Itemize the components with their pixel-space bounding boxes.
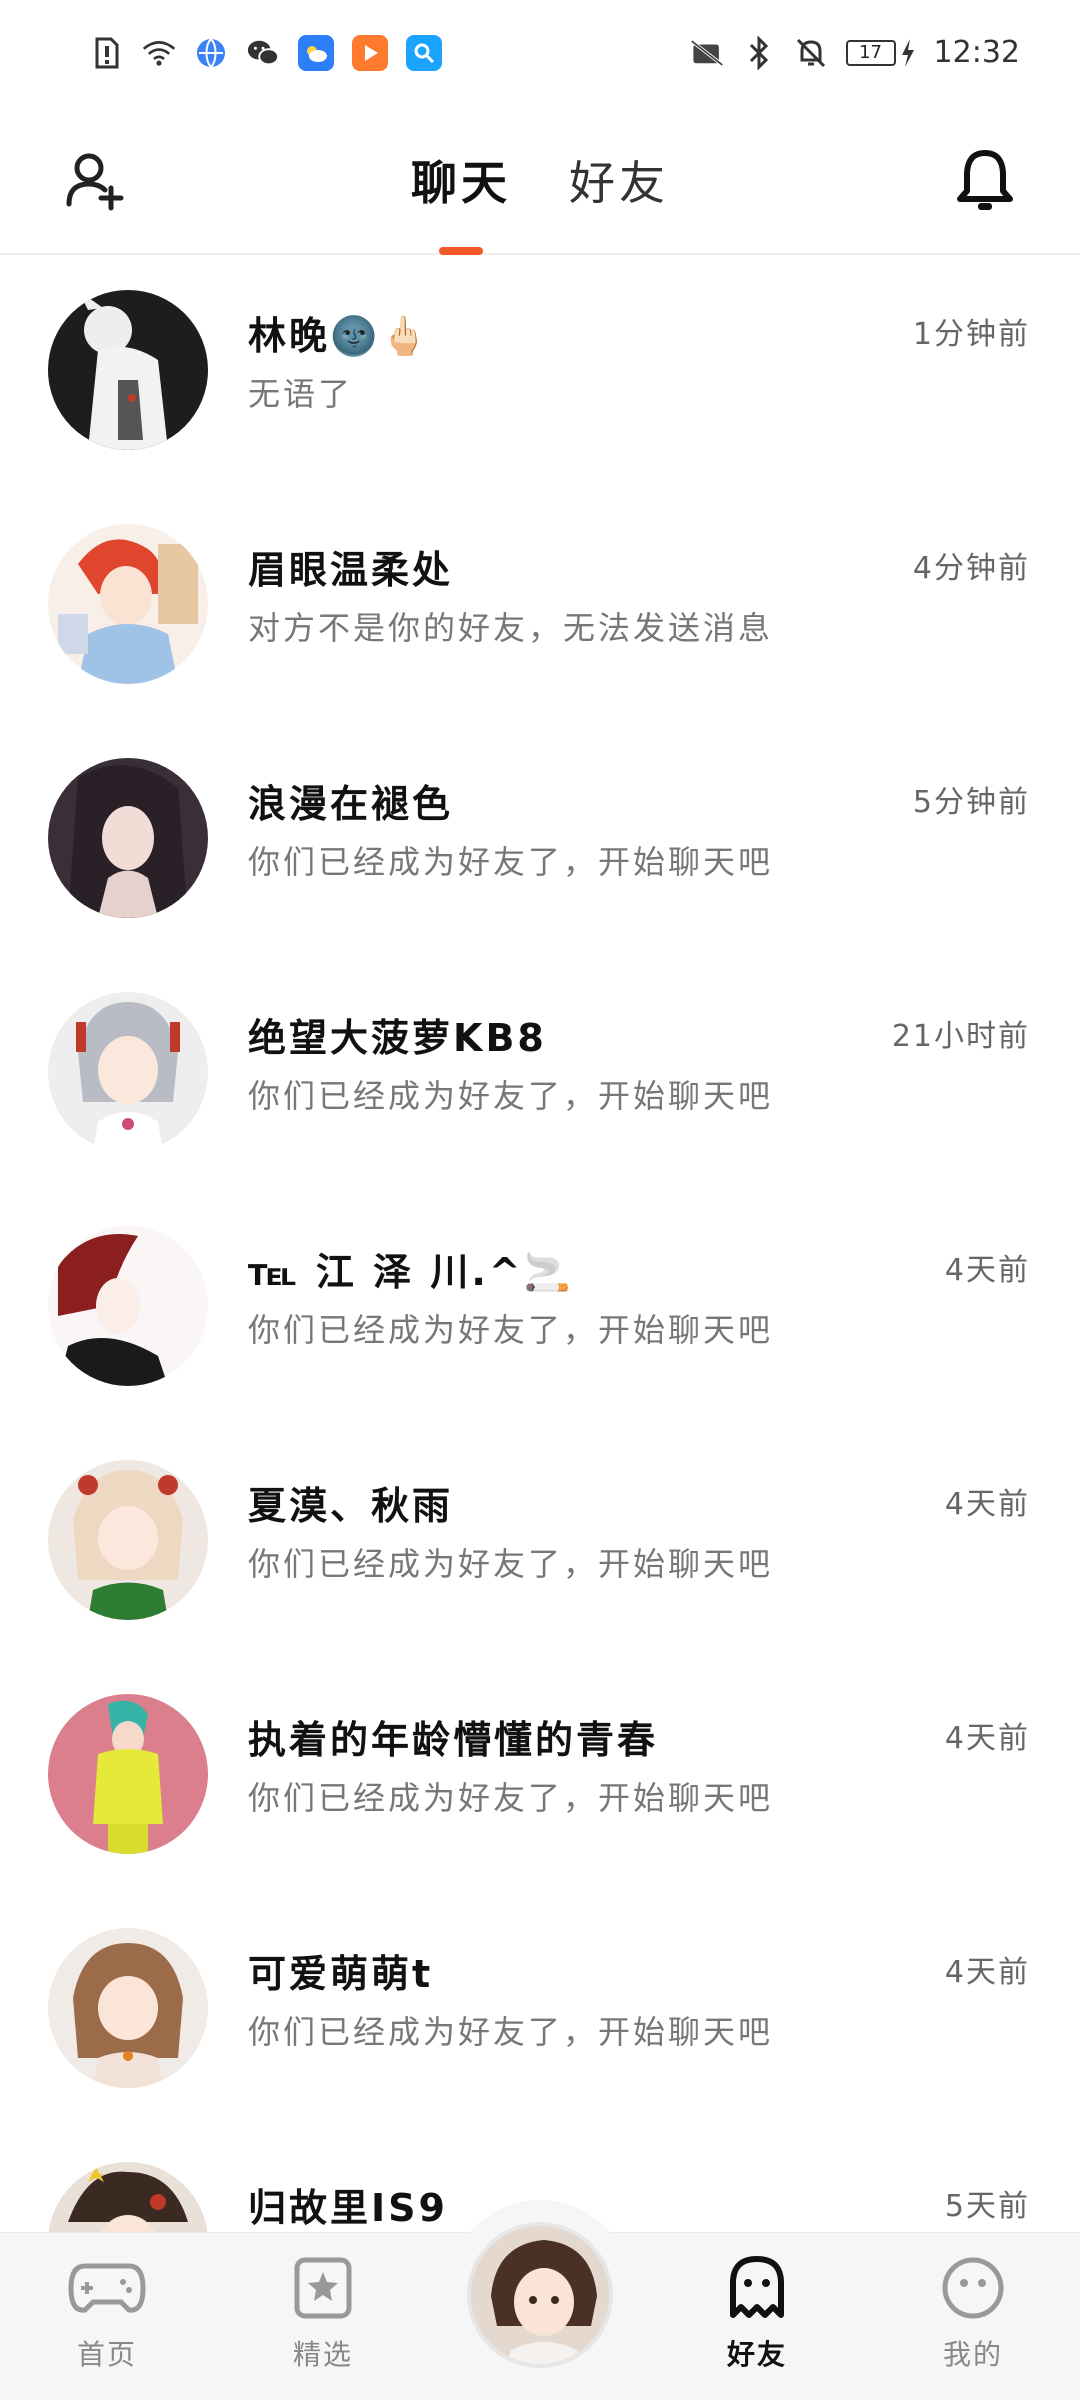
nav-home[interactable]: 首页: [42, 2253, 172, 2393]
weather-app-icon: [298, 34, 334, 71]
nav-featured-label: 精选: [292, 2338, 353, 2371]
video-app-icon: [352, 34, 388, 71]
sim-alert-icon: [90, 36, 124, 70]
tab-friends-label: 好友: [569, 156, 669, 210]
browser-icon: [194, 36, 228, 70]
last-message: 你们已经成为好友了，开始聊天吧: [248, 1077, 774, 1115]
avatar[interactable]: [48, 758, 208, 918]
chat-row[interactable]: 夏漠、秋雨 你们已经成为好友了，开始聊天吧 4天前: [0, 1427, 1080, 1661]
chat-row[interactable]: 浪漫在褪色 你们已经成为好友了，开始聊天吧 5分钟前: [0, 725, 1080, 959]
bell-icon: [957, 150, 1013, 210]
nav-featured[interactable]: 精选: [258, 2253, 388, 2393]
avatar[interactable]: [48, 992, 208, 1152]
last-message: 你们已经成为好友了，开始聊天吧: [248, 1545, 774, 1583]
last-message: 你们已经成为好友了，开始聊天吧: [248, 2013, 774, 2051]
contact-name: ℡ 江 泽 川.^🚬: [248, 1250, 574, 1294]
nav-home-label: 首页: [76, 2338, 137, 2371]
message-time: 21小时前: [891, 1019, 1030, 1054]
smiley-icon: [933, 2253, 1013, 2323]
last-message: 你们已经成为好友了，开始聊天吧: [248, 1311, 774, 1349]
battery-indicator: 17: [845, 38, 916, 67]
message-time: 1分钟前: [912, 317, 1030, 352]
chat-row[interactable]: 绝望大菠萝KB8 你们已经成为好友了，开始聊天吧 21小时前: [0, 959, 1080, 1193]
header-tabs: 聊天 好友: [0, 105, 1080, 255]
battery-level: 17: [845, 39, 896, 66]
nav-friends[interactable]: 好友: [692, 2253, 822, 2393]
tab-friends[interactable]: 好友: [569, 105, 669, 255]
tab-chat-label: 聊天: [411, 156, 511, 210]
nav-friends-label: 好友: [726, 2338, 787, 2371]
chat-row[interactable]: ℡ 江 泽 川.^🚬 你们已经成为好友了，开始聊天吧 4天前: [0, 1193, 1080, 1427]
mute-icon: [794, 36, 828, 70]
contact-name: 夏漠、秋雨: [248, 1484, 454, 1528]
contact-name: 浪漫在褪色: [248, 782, 454, 826]
star-card-icon: [283, 2253, 363, 2323]
avatar[interactable]: [48, 1928, 208, 2088]
avatar[interactable]: [48, 290, 208, 450]
contact-name: 绝望大菠萝KB8: [248, 1016, 547, 1060]
chat-row[interactable]: 林晚🌚🖕🏻 无语了 1分钟前: [0, 257, 1080, 491]
search-app-icon: [406, 34, 442, 71]
last-message: 你们已经成为好友了，开始聊天吧: [248, 843, 774, 881]
avatar[interactable]: [48, 524, 208, 684]
chat-row[interactable]: 可爱萌萌t 你们已经成为好友了，开始聊天吧 4天前: [0, 1895, 1080, 2129]
chat-row[interactable]: 执着的年龄懵懂的青春 你们已经成为好友了，开始聊天吧 4天前: [0, 1661, 1080, 1895]
no-sim-icon: [690, 36, 724, 70]
avatar[interactable]: [48, 2162, 208, 2232]
chat-list[interactable]: 林晚🌚🖕🏻 无语了 1分钟前 眉眼温柔处 对方不是你的好友，无法发送消息 4分钟…: [0, 257, 1080, 2232]
wechat-icon: [246, 36, 280, 70]
last-message: 对方不是你的好友，无法发送消息: [248, 609, 774, 647]
top-header: 聊天 好友: [0, 105, 1080, 255]
gamepad-icon: [67, 2253, 147, 2323]
profile-avatar-button[interactable]: [467, 2222, 613, 2368]
tab-chat[interactable]: 聊天: [411, 105, 511, 255]
last-message: 你们已经成为好友了，开始聊天吧: [248, 1779, 774, 1817]
active-tab-indicator: [439, 247, 483, 255]
charging-icon: [901, 38, 914, 67]
message-time: 4分钟前: [912, 551, 1030, 586]
message-time: 5天前: [944, 2189, 1030, 2224]
message-time: 4天前: [944, 1253, 1030, 1288]
avatar[interactable]: [48, 1226, 208, 1386]
bluetooth-icon: [742, 35, 776, 70]
message-time: 4天前: [944, 1955, 1030, 1990]
message-time: 4天前: [944, 1487, 1030, 1522]
notifications-button[interactable]: [948, 143, 1022, 217]
nav-me[interactable]: 我的: [908, 2253, 1038, 2393]
ghost-icon: [717, 2253, 797, 2323]
message-time: 5分钟前: [912, 785, 1030, 820]
avatar[interactable]: [48, 1460, 208, 1620]
clock: 12:32: [933, 35, 1020, 70]
contact-name: 眉眼温柔处: [248, 548, 454, 592]
avatar[interactable]: [48, 1694, 208, 1854]
chat-row[interactable]: 眉眼温柔处 对方不是你的好友，无法发送消息 4分钟前: [0, 491, 1080, 725]
status-left: [90, 34, 442, 71]
contact-name: 归故里IS9: [248, 2186, 448, 2230]
last-message: 无语了: [248, 375, 354, 413]
message-time: 4天前: [944, 1721, 1030, 1756]
contact-name: 可爱萌萌t: [248, 1952, 434, 1996]
wifi-icon: [142, 36, 176, 70]
status-bar: 17 12:32: [0, 0, 1080, 105]
contact-name: 执着的年龄懵懂的青春: [248, 1718, 659, 1762]
status-right: 17 12:32: [690, 35, 1020, 70]
nav-me-label: 我的: [942, 2338, 1003, 2371]
contact-name: 林晚🌚🖕🏻: [248, 314, 431, 358]
